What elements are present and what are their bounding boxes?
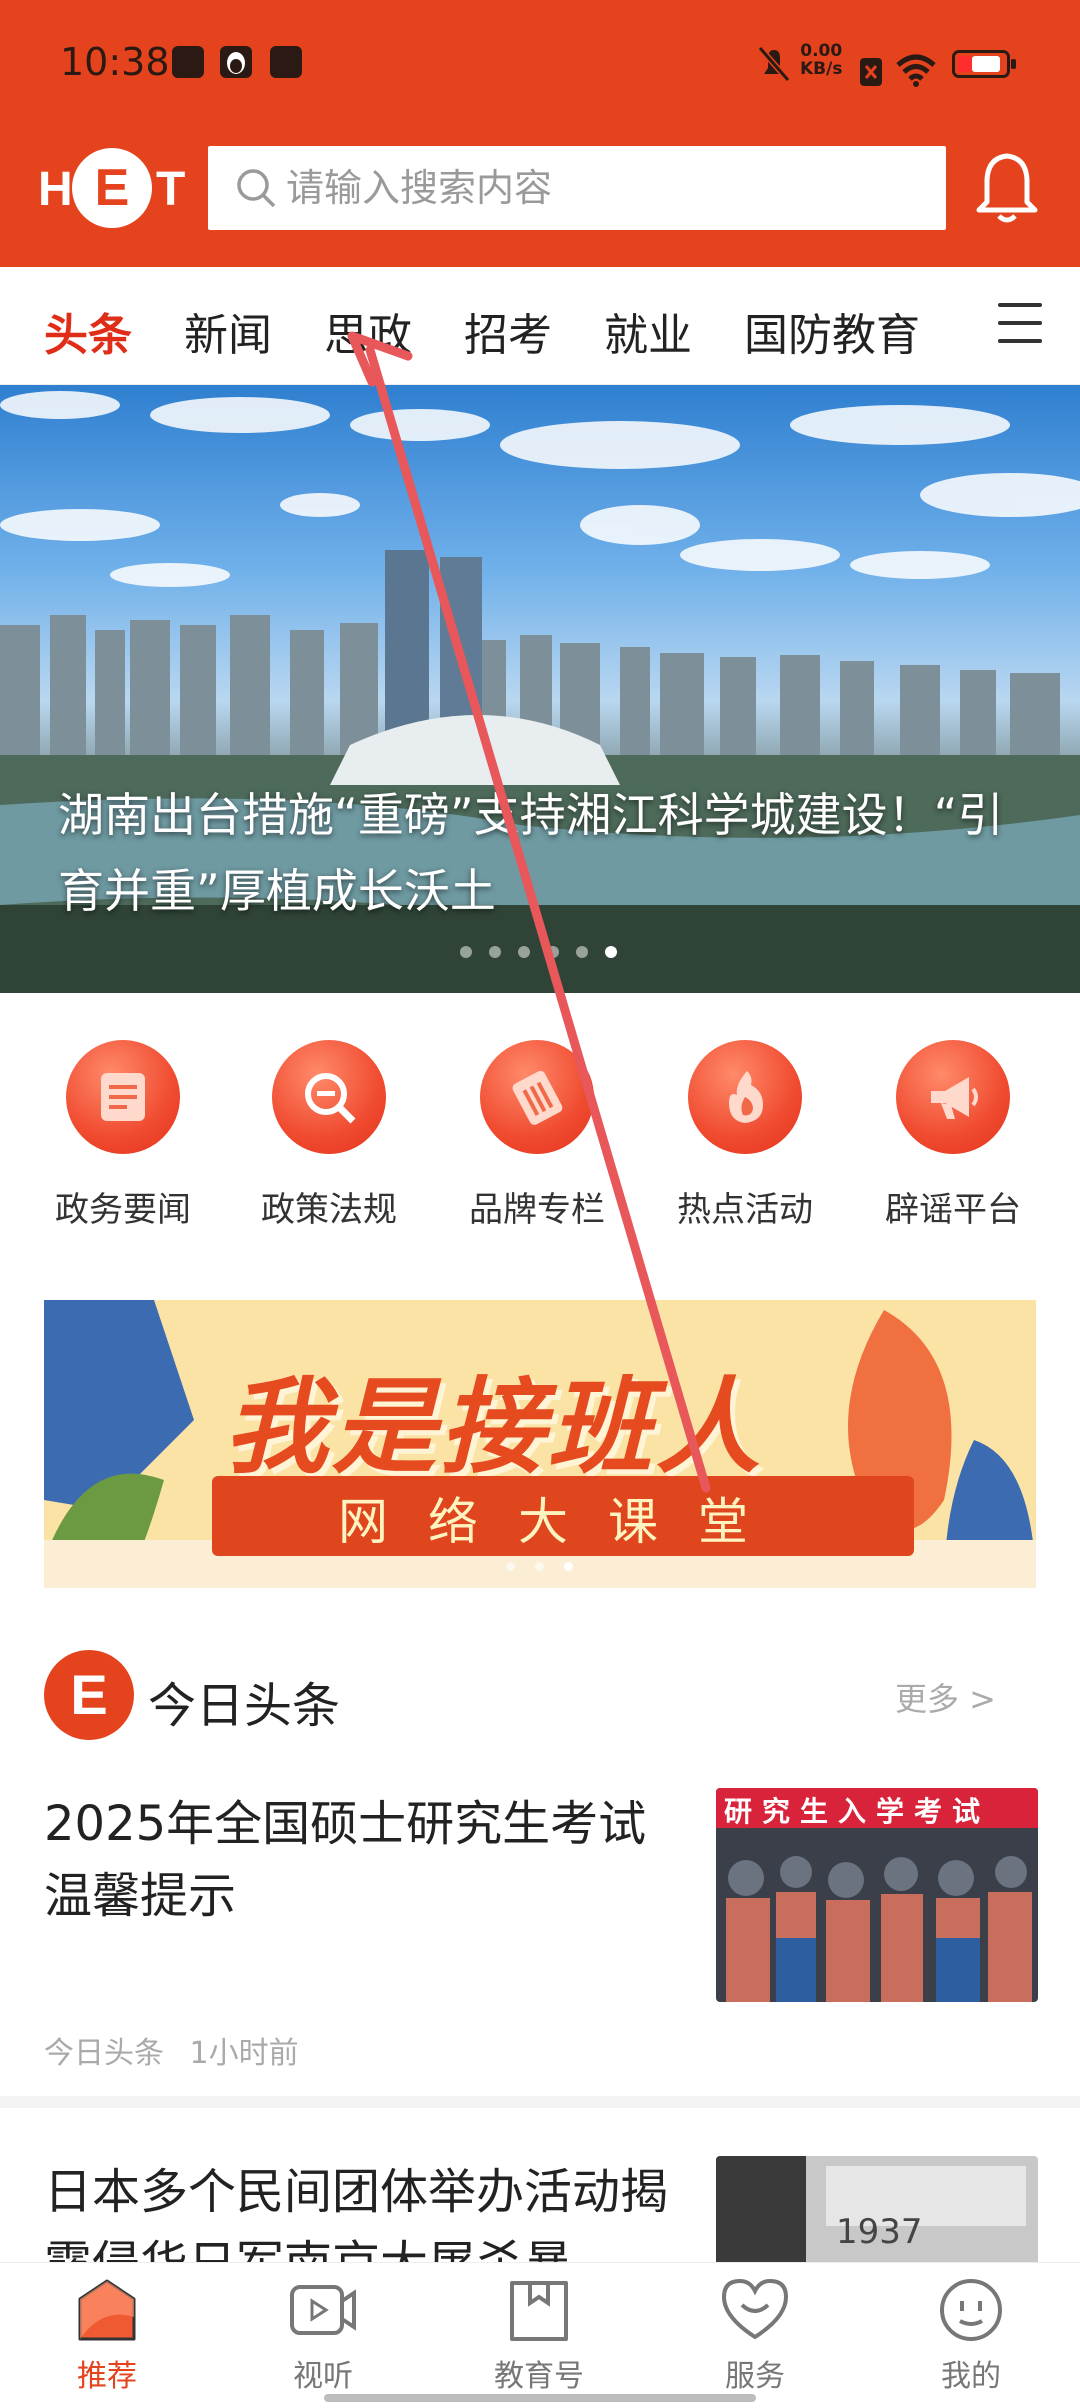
news-source: 今日头条: [44, 2036, 164, 2071]
news-thumbnail[interactable]: 研究生入学考试: [716, 1788, 1038, 2002]
news-title[interactable]: 2025年全国硕士研究生考试温馨提示: [44, 1788, 684, 1932]
net-speed-unit: KB/s: [800, 59, 843, 79]
quick-link-label: 政策法规: [261, 1190, 397, 1230]
quick-links: 政务要闻 政策法规 品牌专栏 热点活动 辟谣平台: [0, 1040, 1080, 1240]
nav-education-account[interactable]: 教育号: [474, 2277, 604, 2395]
banner-dot: [506, 1562, 515, 1571]
hero-dot: [460, 946, 472, 958]
news-title[interactable]: 日本多个民间团体举办活动揭露侵华日军南京大屠杀暴: [44, 2156, 684, 2262]
quick-link-hot-events[interactable]: 热点活动: [660, 1040, 830, 1231]
tab-ideology[interactable]: 思政: [324, 299, 412, 363]
thumb-caption: 1937: [836, 2212, 923, 2252]
nav-label: 教育号: [494, 2359, 584, 2394]
sim-icon: [860, 58, 882, 86]
nav-recommend[interactable]: 推荐: [42, 2277, 172, 2395]
app-header: 10:38 0.00 KB/s H E T 请输入搜索内容: [0, 0, 1080, 267]
het-logo: H E T: [38, 148, 188, 228]
quick-link-label: 品牌专栏: [469, 1190, 605, 1230]
megaphone-icon: [896, 1040, 1010, 1154]
profile-face-icon: [936, 2277, 1006, 2343]
heart-face-icon: [720, 2277, 790, 2343]
news-meta: 今日头条 1小时前: [44, 2028, 299, 2072]
bell-icon[interactable]: [972, 150, 1042, 226]
banner-subtitle: 网络大课堂: [338, 1493, 788, 1551]
tab-employment[interactable]: 就业: [604, 299, 692, 363]
nav-label: 视听: [293, 2359, 353, 2394]
status-bar: 10:38 0.00 KB/s: [0, 0, 1080, 128]
banner-dot: [535, 1562, 544, 1571]
menu-icon[interactable]: [998, 303, 1042, 347]
quick-link-label: 政务要闻: [55, 1190, 191, 1230]
category-tabs: 头条 新闻 思政 招考 就业 国防教育: [0, 267, 1080, 385]
search-doc-icon: [272, 1040, 386, 1154]
news-time: 1小时前: [189, 2036, 299, 2071]
qq-icon: [220, 46, 252, 78]
hero-carousel[interactable]: 湖南出台措施“重磅”支持湘江科学城建设！“引育并重”厚植成长沃土: [0, 385, 1080, 993]
status-time: 10:38: [60, 40, 170, 84]
section-title: 今日头条: [148, 1678, 341, 1734]
today-headlines-header: E 今日头条 更多 >: [44, 1650, 1036, 1740]
search-input[interactable]: [286, 146, 926, 230]
notification-icon: [172, 46, 204, 78]
hero-dot: [547, 946, 559, 958]
bottom-nav: 推荐 视听 教育号 服务 我的: [0, 2262, 1080, 2408]
hero-dot: [576, 946, 588, 958]
news-item[interactable]: 日本多个民间团体举办活动揭露侵华日军南京大屠杀暴 1937: [0, 2156, 1080, 2262]
hero-dot: [518, 946, 530, 958]
tab-exams[interactable]: 招考: [464, 299, 552, 363]
book-icon: [504, 2277, 574, 2343]
nav-label: 服务: [725, 2359, 785, 2394]
hero-pagination: [460, 943, 634, 962]
quick-link-government-news[interactable]: 政务要闻: [38, 1040, 208, 1231]
tab-defense-education[interactable]: 国防教育: [744, 299, 920, 363]
quick-link-brand-column[interactable]: 品牌专栏: [452, 1040, 622, 1231]
wifi-icon: [896, 54, 936, 87]
quick-link-rumor-refute[interactable]: 辟谣平台: [868, 1040, 1038, 1231]
notebook-icon: [480, 1040, 594, 1154]
promo-banner[interactable]: 我是接班人 网络大课堂: [44, 1300, 1036, 1588]
hero-dot-active: [605, 946, 617, 958]
more-link[interactable]: 更多 >: [895, 1674, 996, 1720]
news-item[interactable]: 2025年全国硕士研究生考试温馨提示 研究生入学考试 今日头条 1小时前: [0, 1788, 1080, 2088]
quick-link-label: 辟谣平台: [885, 1190, 1021, 1230]
home-icon: [72, 2277, 142, 2343]
search-bar[interactable]: [208, 146, 946, 230]
banner-title: 我是接班人: [224, 1365, 765, 1488]
quick-link-policy[interactable]: 政策法规: [244, 1040, 414, 1231]
flame-icon: [688, 1040, 802, 1154]
banner-dot-active: [564, 1562, 573, 1571]
tab-news[interactable]: 新闻: [184, 299, 272, 363]
thumb-caption: 研究生入学考试: [724, 1795, 991, 1828]
banner-pagination: [506, 1556, 593, 1575]
net-speed-value: 0.00: [800, 41, 843, 61]
news-thumbnail[interactable]: 1937: [716, 2156, 1038, 2262]
logo-letter-h: H: [38, 163, 73, 216]
document-icon: [66, 1040, 180, 1154]
nav-service[interactable]: 服务: [690, 2277, 820, 2395]
logo-letter-e: E: [72, 148, 152, 228]
nav-video[interactable]: 视听: [258, 2277, 388, 2395]
tab-headlines[interactable]: 头条: [44, 299, 132, 363]
hero-dot: [489, 946, 501, 958]
search-icon: [237, 169, 276, 208]
section-divider: [0, 2096, 1080, 2108]
nav-mine[interactable]: 我的: [906, 2277, 1036, 2395]
hero-caption[interactable]: 湖南出台措施“重磅”支持湘江科学城建设！“引育并重”厚植成长沃土: [58, 777, 1038, 929]
net-speed: 0.00 KB/s: [800, 42, 842, 78]
logo-letter-t: T: [156, 163, 186, 216]
nav-label: 推荐: [77, 2359, 137, 2394]
home-indicator[interactable]: [324, 2394, 756, 2402]
app-notify-icon: [270, 46, 302, 78]
mute-bell-icon: [757, 46, 791, 82]
section-logo: E: [44, 1650, 134, 1740]
video-icon: [288, 2277, 358, 2343]
nav-label: 我的: [941, 2359, 1001, 2394]
quick-link-label: 热点活动: [677, 1190, 813, 1230]
battery-icon: [952, 50, 1016, 78]
